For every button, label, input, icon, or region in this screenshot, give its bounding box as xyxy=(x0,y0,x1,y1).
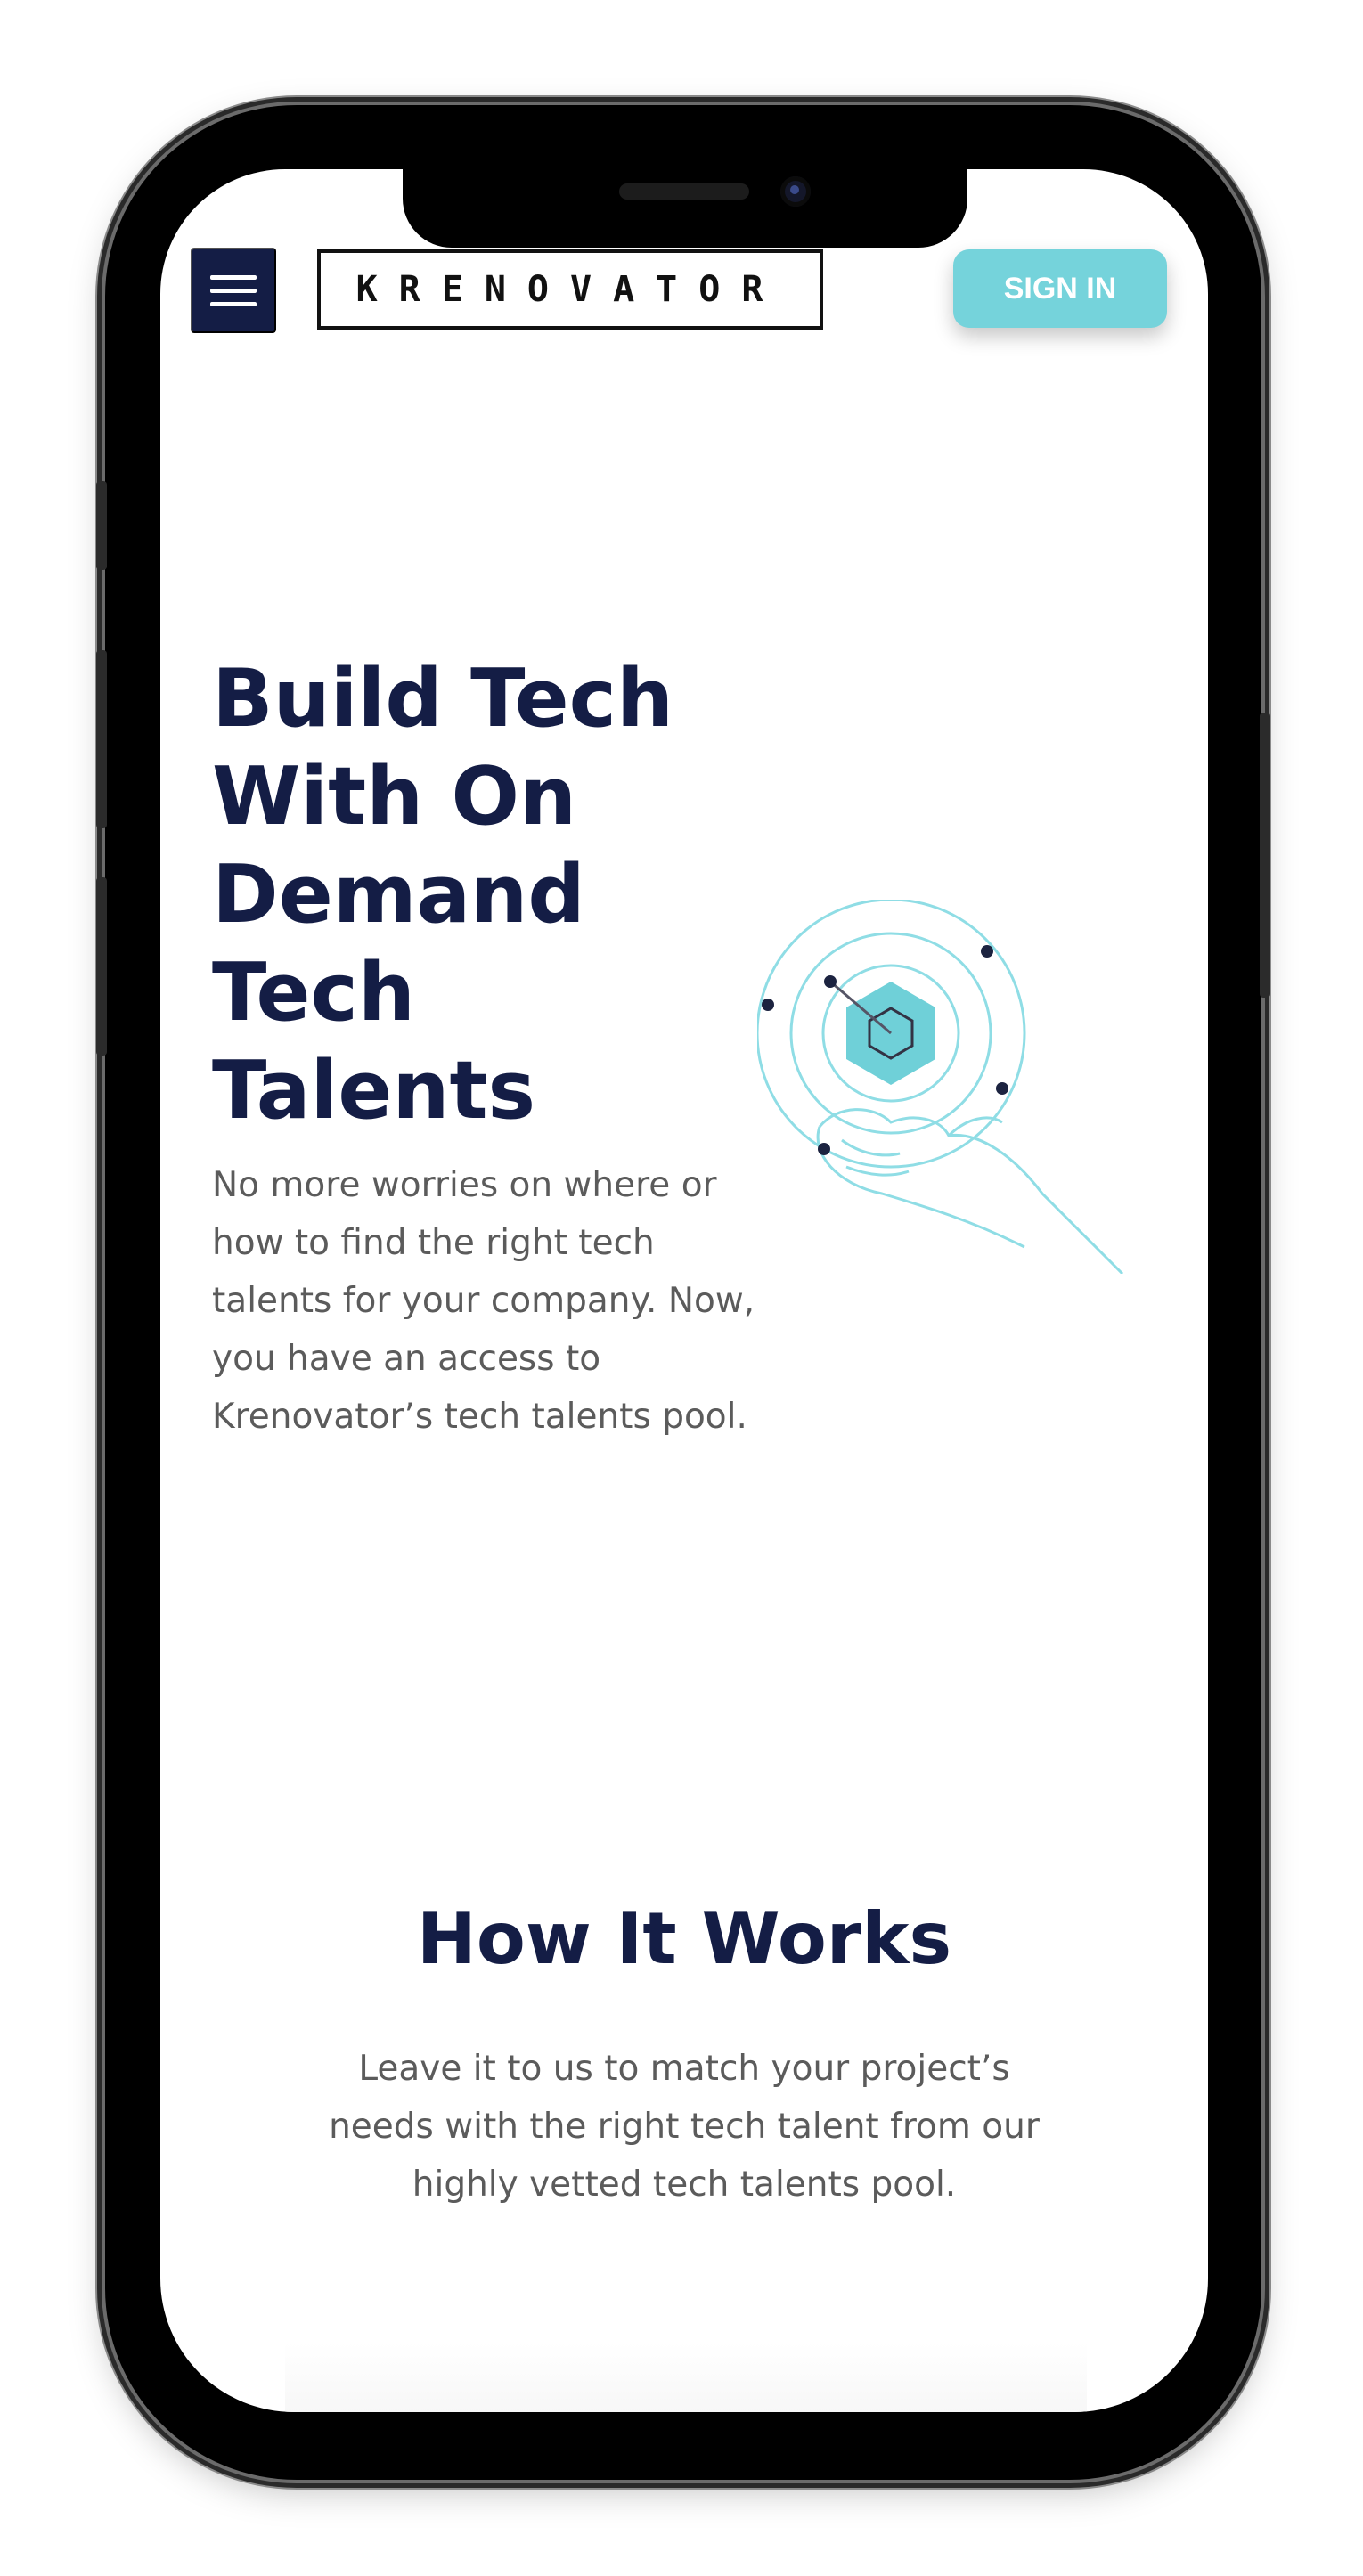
hand-finger-1 xyxy=(841,1138,901,1157)
phone-volume-down xyxy=(96,877,107,1056)
menu-button[interactable] xyxy=(191,248,276,333)
phone-notch xyxy=(403,169,967,248)
phone-silent-switch xyxy=(96,481,107,570)
logo-text: KRENOVATOR xyxy=(355,269,785,310)
phone-camera xyxy=(780,176,811,207)
menu-icon-bar xyxy=(210,288,257,293)
node-dot xyxy=(824,975,837,988)
node-dot xyxy=(818,1143,830,1155)
menu-icon-bar xyxy=(210,274,257,280)
node-dot xyxy=(762,999,774,1011)
phone-power-button xyxy=(1260,713,1270,998)
web-page: KRENOVATOR SIGN IN Build Tech With On De… xyxy=(160,169,1208,2412)
node-dot xyxy=(981,945,993,958)
hand-hexagon-illustration xyxy=(757,900,1124,1274)
krenovator-logo[interactable]: KRENOVATOR xyxy=(317,249,823,330)
node-dot xyxy=(996,1082,1008,1095)
hand-thumb xyxy=(947,1116,1003,1137)
how-it-works-title: How It Works xyxy=(416,1897,952,1980)
hand-outline xyxy=(818,1108,1124,1274)
hero-title: Build Tech With On Demand Tech Talents xyxy=(212,652,674,1137)
menu-icon-bar xyxy=(210,301,257,306)
phone-speaker xyxy=(619,183,749,200)
sign-in-button[interactable]: SIGN IN xyxy=(953,249,1167,328)
how-it-works-subtitle: Leave it to us to match your project’s n… xyxy=(329,2049,1040,2205)
hero-subtitle: No more worries on where or how to find … xyxy=(212,1165,755,1437)
phone-volume-up xyxy=(96,650,107,828)
section-card-edge xyxy=(285,2343,1087,2412)
hand-finger-2 xyxy=(845,1165,910,1177)
